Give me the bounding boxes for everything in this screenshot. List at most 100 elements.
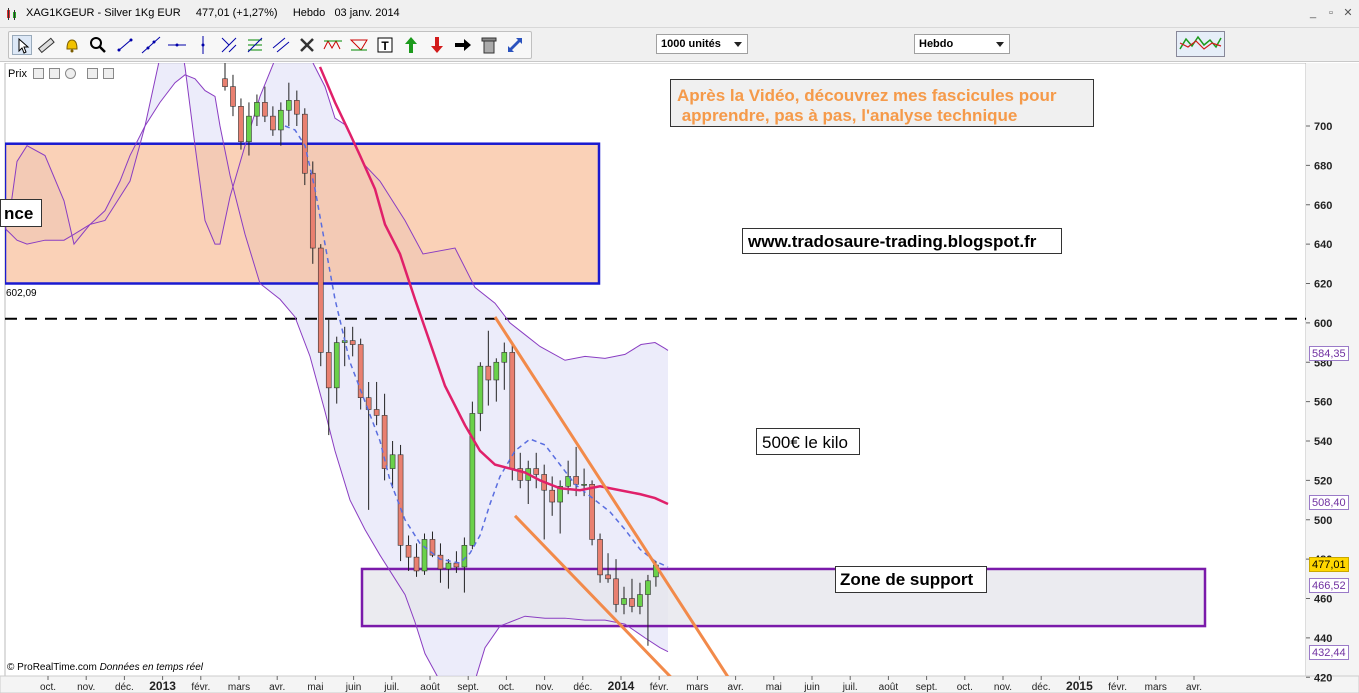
cursor-icon[interactable] (12, 35, 32, 55)
x-axis-tick-label: juil. (383, 682, 399, 693)
right-arrow-icon[interactable] (453, 35, 473, 55)
price-chart[interactable]: 4204404604805005205405605806006206406606… (0, 63, 1359, 693)
svg-text:T: T (381, 39, 389, 53)
candle-up (333, 342, 340, 389)
candle-down (230, 86, 236, 107)
quantity-dropdown[interactable]: 1000 unités (656, 34, 748, 54)
chevron-down-icon (734, 42, 742, 47)
price-tag: 477,01 (1309, 557, 1349, 572)
promo-note[interactable]: Après la Vidéo, découvrez mes fascicules… (670, 79, 1094, 127)
y-axis-tick-label: 620 (1314, 279, 1332, 291)
x-axis-tick-label: déc. (115, 682, 134, 693)
expand-icon[interactable] (505, 35, 525, 55)
y-axis-tick-label: 680 (1314, 160, 1332, 172)
x-axis-tick-label: 2013 (149, 679, 176, 693)
pattern-icon[interactable] (323, 35, 343, 55)
candle-down (533, 468, 540, 475)
x-axis-tick-label: août (420, 682, 440, 693)
x-axis-tick-label: févr. (191, 682, 210, 693)
candle-down (589, 484, 595, 540)
reference-level-label: 602,09 (6, 288, 37, 299)
triangle-icon[interactable] (349, 35, 369, 55)
text-icon[interactable]: T (375, 35, 395, 55)
candlestick-app-icon (7, 8, 16, 20)
down-panel-icon[interactable] (103, 68, 114, 79)
window-icon[interactable] (49, 68, 60, 79)
minimize-button[interactable]: _ (1306, 6, 1320, 20)
fibonacci-icon[interactable] (245, 35, 265, 55)
buy-arrow-icon[interactable] (401, 35, 421, 55)
y-axis-tick-label: 440 (1314, 633, 1332, 645)
vertical-line-icon[interactable] (193, 35, 213, 55)
x-axis-tick-label: sept. (457, 682, 479, 693)
footer: © ProRealTime.com Données en temps réel (7, 662, 203, 673)
candle-down (325, 352, 332, 389)
candle-down (453, 562, 460, 568)
candle-down (270, 115, 276, 131)
up-panel-icon[interactable] (87, 68, 98, 79)
footer-status: Données en temps réel (99, 662, 203, 673)
candle-up (389, 454, 396, 469)
candle-down (238, 106, 244, 143)
candle-up (621, 598, 627, 605)
x-axis-tick-label: juin (345, 682, 362, 693)
close-button[interactable]: ✕ (1341, 6, 1355, 20)
candle-down (629, 598, 635, 607)
y-axis-tick-label: 520 (1314, 475, 1332, 487)
price-per-kilo-note[interactable]: 500€ le kilo (756, 428, 860, 455)
price-chart-canvas[interactable]: 4204404604805005205405605806006206406606… (0, 63, 1359, 693)
price-tag: 432,44 (1309, 644, 1349, 660)
candle-down (222, 78, 228, 87)
indicators-config-icon[interactable] (1176, 31, 1225, 57)
tools-icon[interactable] (297, 35, 317, 55)
zoom-icon[interactable] (88, 35, 108, 55)
window-title: XAG1KGEUR - Silver 1Kg EUR 477,01 (+1,27… (26, 7, 400, 19)
candle-up (278, 109, 284, 131)
sell-arrow-icon[interactable] (427, 35, 447, 55)
x-axis-tick-label: mai (307, 682, 323, 693)
candle-down (301, 113, 308, 174)
resistance-zone-label[interactable]: nce (0, 199, 42, 227)
period-value: Hebdo (919, 38, 954, 50)
line-icon[interactable] (141, 35, 161, 55)
drawing-tools-group: T (8, 31, 532, 59)
period-dropdown[interactable]: Hebdo (914, 34, 1010, 54)
x-axis-tick-label: mars (1145, 682, 1167, 693)
x-axis-tick-label: juil. (842, 682, 858, 693)
x-axis-tick-label: juin (803, 682, 820, 693)
blog-url-note[interactable]: www.tradosaure-trading.blogspot.fr (742, 228, 1062, 254)
x-axis-tick-label: déc. (1032, 682, 1051, 693)
wrench-icon[interactable] (33, 68, 44, 79)
x-axis-tick-label: sept. (916, 682, 938, 693)
y-axis-tick-label: 540 (1314, 436, 1332, 448)
quantity-value: 1000 unités (661, 38, 721, 50)
x-axis-tick-label: août (879, 682, 899, 693)
candle-up (645, 580, 651, 595)
y-axis-tick-label: 660 (1314, 200, 1332, 212)
close-panel-icon[interactable] (65, 68, 76, 79)
candle-down (294, 100, 300, 115)
candle-down (605, 574, 611, 580)
restore-button[interactable]: ▫ (1324, 6, 1338, 20)
trash-icon[interactable] (479, 35, 499, 55)
horizontal-line-icon[interactable] (167, 35, 187, 55)
candle-down (573, 476, 579, 485)
channel-icon[interactable] (271, 35, 291, 55)
candle-up (421, 539, 428, 572)
crosshair-icon[interactable] (219, 35, 239, 55)
footer-brand: © ProRealTime.com (7, 662, 97, 673)
candle-down (413, 556, 420, 572)
y-axis-tick-label: 700 (1314, 121, 1332, 133)
support-zone-label[interactable]: Zone de support (835, 566, 987, 593)
x-axis-tick-label: avr. (1186, 682, 1202, 693)
y-axis-tick-label: 600 (1314, 318, 1332, 330)
candle-down (397, 454, 404, 546)
chart-toolbar: T 1000 unités Hebdo (0, 28, 1359, 62)
x-axis-tick-label: 2014 (608, 679, 635, 693)
candle-up (461, 545, 468, 568)
ruler-icon[interactable] (36, 35, 56, 55)
candle-down (309, 172, 316, 249)
alarm-icon[interactable] (62, 35, 82, 55)
segment-icon[interactable] (115, 35, 135, 55)
candle-down (509, 352, 516, 469)
